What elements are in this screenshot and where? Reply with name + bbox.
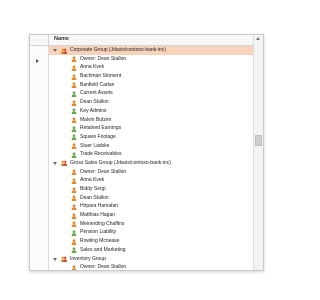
column-header-name[interactable]: Name xyxy=(54,36,69,42)
user-group-icon xyxy=(61,160,67,167)
tree-row-label: Anna Kvek xyxy=(80,177,105,184)
tree-item-row[interactable]: Biddy Sergi xyxy=(49,185,253,194)
tree-row-label: Owner: Dean Stallon xyxy=(80,168,127,175)
tree-row-label: Malvin Butzen xyxy=(80,116,112,123)
tree-row-label: Owner: Dean Stallon xyxy=(80,264,127,271)
tree-row-label: Key Admins xyxy=(80,107,107,114)
tree-item-row[interactable]: Owner: Dean Stallon xyxy=(49,263,253,271)
user-orange-icon xyxy=(71,143,77,150)
user-group-icon xyxy=(61,48,67,54)
tree-row-label: Bachman Stoment xyxy=(80,73,122,80)
user-orange-icon xyxy=(71,239,77,245)
tree-item-row[interactable]: Dean Stallon xyxy=(49,98,253,107)
tree-row-label: Biddy Sergi xyxy=(80,186,106,192)
vertical-scrollbar[interactable] xyxy=(253,35,263,270)
user-orange-icon xyxy=(71,169,77,176)
tree-row-label: Banfield Cartan xyxy=(80,81,115,88)
tree-row-label: Stuer Ladske xyxy=(80,142,110,149)
tree-row-label: Hirpara Hamafan xyxy=(80,203,119,210)
tree-list-panel: Name Corporate Group (Jdavis/contoso-ban… xyxy=(29,34,264,271)
user-green-icon xyxy=(71,91,77,97)
tree-group-row[interactable]: Corporate Group (Jdavis/contoso-bank-inc… xyxy=(49,46,253,55)
current-row-indicator-icon xyxy=(36,59,39,63)
user-orange-icon xyxy=(71,73,77,80)
user-green-icon xyxy=(71,134,77,141)
tree-item-row[interactable]: Owner: Dean Stallon xyxy=(49,55,253,64)
tree-row-label: Meinerding Chaffins xyxy=(80,220,125,227)
column-header-row: Name xyxy=(30,35,254,46)
tree-group-row[interactable]: Inventory Group xyxy=(49,255,253,264)
user-green-icon xyxy=(71,108,77,115)
user-orange-icon xyxy=(71,178,77,184)
row-indicator-gutter xyxy=(30,46,49,270)
tree-row-label: Current Assets xyxy=(80,90,113,97)
tree-row-label: Dean Stallon xyxy=(80,99,109,106)
scroll-up-icon[interactable] xyxy=(256,37,260,40)
tree-rows: Corporate Group (Jdavis/contoso-bank-inc… xyxy=(49,46,253,271)
user-group-icon xyxy=(61,256,67,262)
user-orange-icon xyxy=(71,221,77,228)
tree-group-row[interactable]: Gross Sales Group (Jdavis/contoso-bank-i… xyxy=(49,159,253,168)
tree-item-row[interactable]: Key Admins xyxy=(49,107,253,116)
scrollbar-thumb[interactable] xyxy=(255,135,262,146)
user-green-icon xyxy=(71,152,77,158)
tree-row-label: Owner: Dean Stallon xyxy=(80,55,127,62)
tree-item-row[interactable]: Rowling Mcnease xyxy=(49,237,253,246)
tree-item-row[interactable]: Dean Stallon xyxy=(49,194,253,203)
user-orange-icon xyxy=(71,117,77,123)
tree-item-row[interactable]: Owner: Dean Stallon xyxy=(49,168,253,177)
expand-collapse-icon[interactable] xyxy=(53,161,57,165)
tree-item-row[interactable]: Retained Earnings xyxy=(49,124,253,133)
tree-row-label: Gross Sales Group (Jdavis/contoso-bank-i… xyxy=(70,159,171,166)
user-orange-icon xyxy=(71,56,77,63)
tree-item-row[interactable]: Anna Kvek xyxy=(49,176,253,185)
tree-item-row[interactable]: Bachman Stoment xyxy=(49,72,253,81)
tree-item-row[interactable]: Sales and Marketing xyxy=(49,246,253,255)
user-green-icon xyxy=(71,247,77,254)
row-selector-header xyxy=(30,35,49,45)
tree-row-label: Inventory Group xyxy=(70,255,106,262)
user-orange-icon xyxy=(71,195,77,202)
user-orange-icon xyxy=(71,65,77,71)
expand-collapse-icon[interactable] xyxy=(53,49,57,52)
tree-row-label: Matthias Hagan xyxy=(80,212,116,219)
user-orange-icon xyxy=(71,82,77,89)
user-green-icon xyxy=(71,126,77,132)
tree-item-row[interactable]: Pension Liability xyxy=(49,228,253,237)
user-green-icon xyxy=(71,230,77,236)
user-orange-icon xyxy=(71,204,77,210)
tree-item-row[interactable]: Banfield Cartan xyxy=(49,81,253,90)
tree-row-label: Pension Liability xyxy=(80,229,117,236)
tree-row-label: Retained Earnings xyxy=(80,125,122,132)
user-orange-icon xyxy=(71,265,77,270)
tree-item-row[interactable]: Matthias Hagan xyxy=(49,211,253,220)
tree-row-label: Sales and Marketing xyxy=(80,246,126,253)
tree-row-label: Dean Stallon xyxy=(80,194,109,201)
tree-item-row[interactable]: Anna Kvek xyxy=(49,63,253,72)
user-orange-icon xyxy=(71,186,77,193)
tree-row-label: Rowling Mcnease xyxy=(80,238,120,245)
tree-item-row[interactable]: Stuer Ladske xyxy=(49,142,253,151)
tree-row-label: Square Footage xyxy=(80,133,116,140)
expand-collapse-icon[interactable] xyxy=(53,257,57,261)
tree-row-label: Anna Kvek xyxy=(80,64,105,71)
tree-item-row[interactable]: Square Footage xyxy=(49,133,253,142)
tree-item-row[interactable]: Malvin Butzen xyxy=(49,116,253,125)
tree-item-row[interactable]: Current Assets xyxy=(49,89,253,98)
user-orange-icon xyxy=(71,212,77,219)
tree-item-row[interactable]: Meinerding Chaffins xyxy=(49,220,253,229)
tree-row-label: Corporate Group (Jdavis/contoso-bank-inc… xyxy=(70,47,166,53)
tree-item-row[interactable]: Hirpara Hamafan xyxy=(49,202,253,211)
tree-row-label: Trade Receivables xyxy=(80,151,122,158)
user-orange-icon xyxy=(71,100,77,106)
tree-item-row[interactable]: Trade Receivables xyxy=(49,150,253,159)
